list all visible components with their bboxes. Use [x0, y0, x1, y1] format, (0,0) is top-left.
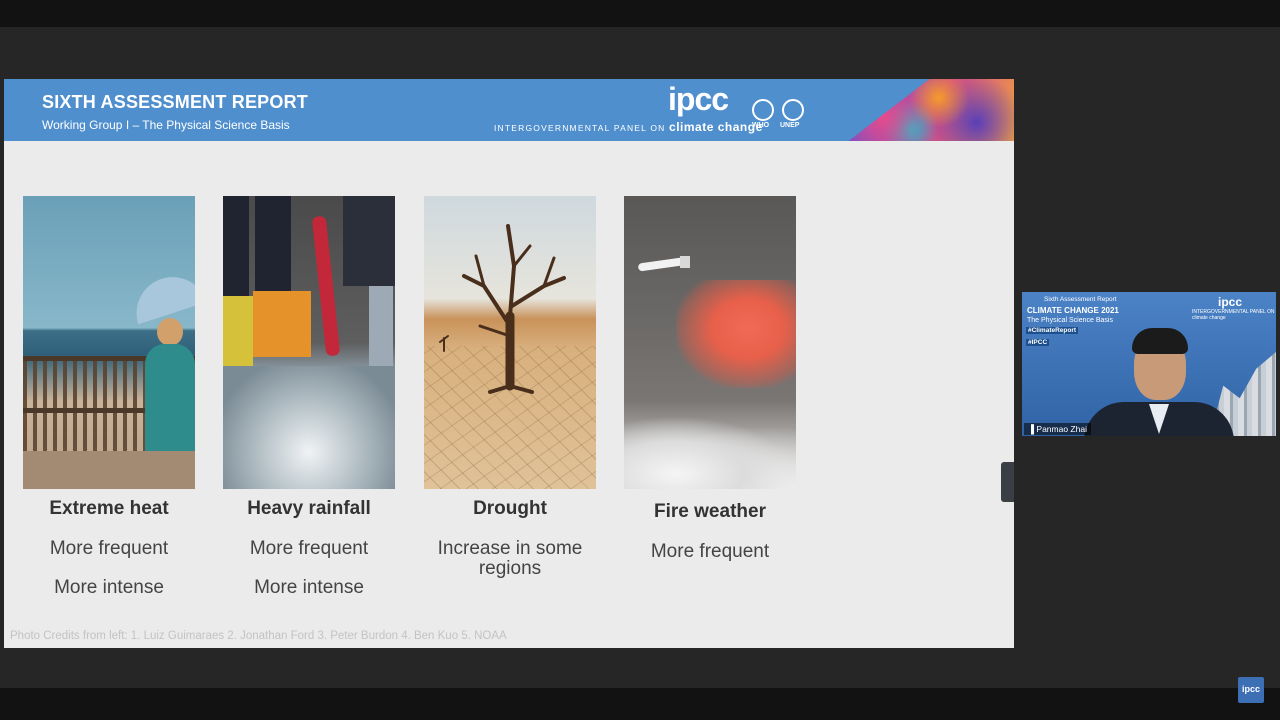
card-line: More frequent: [49, 538, 169, 559]
card-title: Fire weather: [654, 501, 766, 522]
orange-boot-shape: [253, 291, 311, 357]
speaker-name-label: ▐ Panmao Zhai: [1024, 423, 1091, 435]
bottom-bar: [0, 688, 1280, 720]
photo-fire-weather: [624, 196, 796, 489]
card-line: More frequent: [249, 538, 369, 559]
card-title: Drought: [473, 498, 547, 519]
photo-extreme-heat: [23, 196, 195, 489]
speaker-report-title: CLIMATE CHANGE 2021: [1027, 306, 1119, 315]
who-label: WHO: [752, 122, 770, 129]
umbrella-shape: [127, 267, 195, 325]
who-emblem-icon: [752, 99, 774, 121]
unep-emblem-icon: [782, 99, 804, 121]
water-shape: [223, 366, 395, 489]
card-line: More intense: [254, 577, 364, 598]
card-line: regions: [478, 558, 542, 579]
leg-shape: [369, 286, 393, 366]
speaker-report-label: Sixth Assessment Report: [1044, 296, 1117, 303]
smoke-shape: [624, 416, 796, 489]
ipcc-logo: ipcc: [668, 81, 729, 117]
ipcc-tagline-small: INTERGOVERNMENTAL PANEL ON: [494, 123, 666, 133]
speaker-hashtag: #ClimateReport: [1026, 327, 1079, 334]
photo-credits: Photo Credits from left: 1. Luiz Guimara…: [10, 630, 507, 642]
signal-bars-icon: ▐: [1028, 424, 1035, 434]
slide-title: SIXTH ASSESSMENT REPORT: [42, 92, 308, 112]
speaker-hair-shape: [1132, 328, 1188, 354]
red-umbrella-shape: [311, 215, 341, 357]
card-title: Extreme heat: [49, 498, 169, 519]
speaker-ipcc-tagline: INTERGOVERNMENTAL PANEL ON climate chang…: [1192, 309, 1275, 321]
dead-tree-icon: [439, 224, 566, 394]
top-bar: [0, 0, 1280, 27]
ground-shape: [23, 451, 195, 489]
airplane-tail-shape: [680, 256, 690, 268]
unep-label: UNEP: [780, 122, 800, 129]
speaker-ipcc-logo: ipcc: [1218, 295, 1243, 309]
ipcc-tagline-bold: climate change: [669, 120, 763, 134]
card-line: More intense: [54, 577, 164, 598]
photo-heavy-rainfall: [223, 196, 395, 489]
ipcc-tagline: INTERGOVERNMENTAL PANEL ON climate chang…: [494, 120, 763, 134]
card-line: Increase in some: [437, 538, 583, 559]
person-head-shape: [157, 318, 183, 346]
leg-shape: [255, 196, 291, 296]
header-artwork: [848, 79, 1014, 141]
person-shape: [145, 344, 195, 454]
card-title: Heavy rainfall: [247, 498, 371, 519]
speaker-report-basis: The Physical Science Basis: [1027, 317, 1113, 324]
leg-shape: [223, 196, 249, 306]
slide-subtitle: Working Group I – The Physical Science B…: [42, 118, 290, 132]
slide-header: SIXTH ASSESSMENT REPORT Working Group I …: [4, 79, 1014, 141]
photo-drought: [424, 196, 596, 489]
fire-retardant-shape: [676, 280, 796, 388]
side-panel-toggle[interactable]: [1001, 462, 1014, 502]
speaker-name: Panmao Zhai: [1036, 424, 1087, 434]
leg-shape: [343, 196, 395, 286]
shared-slide: SIXTH ASSESSMENT REPORT Working Group I …: [4, 79, 1014, 648]
speaker-hashtag: #IPCC: [1026, 339, 1050, 346]
speaker-video-tile[interactable]: Sixth Assessment Report CLIMATE CHANGE 2…: [1022, 292, 1276, 436]
card-line: More frequent: [650, 541, 770, 562]
corner-ipcc-logo: ipcc: [1238, 677, 1264, 703]
